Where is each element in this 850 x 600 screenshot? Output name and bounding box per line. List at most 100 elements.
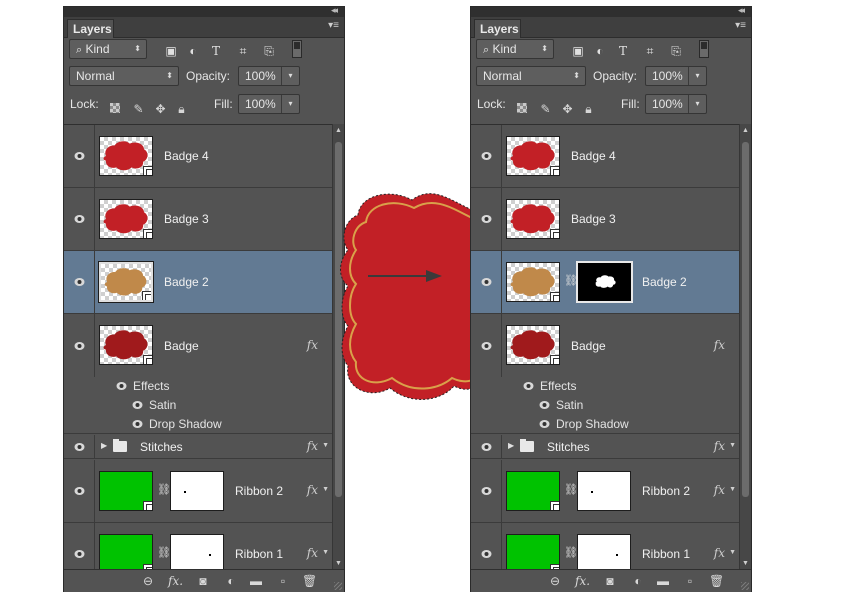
layer-thumbnail[interactable] — [506, 534, 560, 569]
mask-link-icon[interactable]: ⛓ — [564, 482, 578, 498]
scroll-up-icon[interactable]: ▲ — [335, 127, 342, 134]
scroll-down-icon[interactable]: ▼ — [742, 560, 749, 567]
effects-row[interactable]: Effects — [116, 377, 169, 396]
new-layer-icon[interactable]: ▫ — [683, 574, 697, 588]
effect-satin[interactable]: Satin — [132, 396, 176, 415]
resize-grip-icon[interactable] — [741, 582, 749, 590]
chevron-down-icon[interactable]: ▾ — [688, 95, 706, 113]
mask-link-icon[interactable]: ⛓ — [564, 273, 578, 289]
add-mask-icon[interactable]: ◙ — [603, 574, 617, 588]
opacity-field[interactable]: 100% ▾ — [645, 66, 707, 86]
layer-row[interactable]: Badge fx — [471, 314, 739, 377]
group-row[interactable]: ▶ Stitches fx ▼ — [471, 435, 739, 459]
chevron-down-icon[interactable]: ▾ — [281, 95, 299, 113]
layer-row[interactable]: Badge fx — [64, 314, 332, 377]
image-filter-icon[interactable]: ▣ — [164, 44, 178, 58]
layer-style-fx-icon[interactable]: fx — [714, 546, 725, 560]
layers-tab[interactable]: Layers — [474, 19, 521, 38]
mask-link-icon[interactable]: ⛓ — [157, 482, 171, 498]
new-group-icon[interactable]: ▬ — [249, 574, 263, 588]
collapse-icon[interactable]: ◂◂ — [331, 5, 338, 16]
layer-row-selected[interactable]: Badge 2 — [64, 251, 332, 314]
visibility-toggle[interactable] — [471, 125, 502, 187]
chevron-down-icon[interactable]: ▾ — [688, 67, 706, 85]
layer-thumbnail[interactable] — [506, 325, 560, 365]
fill-field[interactable]: 100% ▾ — [238, 94, 300, 114]
layer-thumbnail[interactable] — [99, 471, 153, 511]
layer-row-selected[interactable]: ⛓ Badge 2 — [471, 251, 739, 314]
layer-style-fx-icon[interactable]: fx — [307, 338, 318, 352]
layer-row[interactable]: Badge 3 — [471, 188, 739, 251]
visibility-toggle[interactable] — [471, 188, 502, 250]
lock-brush-icon[interactable]: ✎ — [132, 103, 145, 116]
filter-toggle-switch[interactable] — [292, 40, 302, 58]
group-row[interactable]: ▶ Stitches fx ▼ — [64, 435, 332, 459]
delete-layer-icon[interactable]: 🗑︎ — [302, 574, 317, 588]
kind-filter-select[interactable]: ⌕ Kind ⬍ — [69, 39, 147, 59]
adjustment-layer-icon[interactable]: ◐ — [631, 574, 645, 588]
chevron-down-icon[interactable]: ▾ — [281, 67, 299, 85]
adjustment-layer-icon[interactable]: ◐ — [224, 574, 238, 588]
layer-mask-thumbnail[interactable] — [577, 534, 631, 569]
new-group-icon[interactable]: ▬ — [656, 574, 670, 588]
layer-style-fx-icon[interactable]: fx — [714, 439, 725, 453]
add-mask-icon[interactable]: ◙ — [196, 574, 210, 588]
expand-triangle-icon[interactable]: ▶ — [508, 441, 514, 450]
visibility-toggle[interactable] — [471, 523, 502, 569]
lock-all-icon[interactable]: 🔒︎ — [175, 103, 188, 116]
visibility-toggle[interactable] — [64, 188, 95, 250]
expand-triangle-icon[interactable]: ▶ — [101, 441, 107, 450]
layer-thumbnail[interactable] — [506, 262, 560, 302]
visibility-toggle[interactable] — [471, 435, 502, 458]
layer-row[interactable]: ⛓ Ribbon 2 fx ▼ — [64, 460, 332, 523]
scroll-up-icon[interactable]: ▲ — [742, 127, 749, 134]
fill-field[interactable]: 100% ▾ — [645, 94, 707, 114]
opacity-field[interactable]: 100% ▾ — [238, 66, 300, 86]
lock-move-icon[interactable]: ✥ — [154, 103, 167, 116]
panel-menu-icon[interactable]: ▾≡ — [328, 20, 339, 31]
lock-transparency-icon[interactable] — [110, 103, 120, 113]
effects-row[interactable]: Effects — [523, 377, 576, 396]
layer-mask-thumbnail[interactable] — [170, 471, 224, 511]
chevron-down-icon[interactable]: ▼ — [729, 486, 736, 493]
layer-thumbnail[interactable] — [506, 471, 560, 511]
adjustment-filter-icon[interactable]: ◐ — [186, 44, 200, 58]
layer-thumbnail[interactable] — [506, 199, 560, 239]
chevron-down-icon[interactable]: ▼ — [322, 442, 329, 449]
visibility-toggle[interactable] — [64, 460, 95, 522]
effect-drop-shadow[interactable]: Drop Shadow — [132, 415, 222, 434]
adjustment-filter-icon[interactable]: ◐ — [593, 44, 607, 58]
visibility-toggle[interactable] — [64, 435, 95, 458]
layer-thumbnail[interactable] — [99, 199, 153, 239]
collapse-icon[interactable]: ◂◂ — [738, 5, 745, 16]
chevron-down-icon[interactable]: ▼ — [322, 549, 329, 556]
chevron-down-icon[interactable]: ▼ — [322, 486, 329, 493]
kind-filter-select[interactable]: ⌕ Kind ⬍ — [476, 39, 554, 59]
new-layer-icon[interactable]: ▫ — [276, 574, 290, 588]
lock-brush-icon[interactable]: ✎ — [539, 103, 552, 116]
layer-style-fx-icon[interactable]: fx — [714, 483, 725, 497]
shape-filter-icon[interactable]: ⌗ — [236, 44, 250, 58]
layer-row[interactable]: ⛓ Ribbon 1 fx ▼ — [64, 523, 332, 569]
link-layers-icon[interactable]: ⊖ — [548, 574, 562, 588]
layers-tab[interactable]: Layers — [67, 19, 114, 38]
visibility-toggle[interactable] — [64, 523, 95, 569]
layer-row[interactable]: ⛓ Ribbon 1 fx ▼ — [471, 523, 739, 569]
layer-row[interactable]: Badge 4 — [471, 125, 739, 188]
layers-scrollbar[interactable]: ▲ ▼ — [739, 124, 751, 569]
layer-row[interactable]: ⛓ Ribbon 2 fx ▼ — [471, 460, 739, 523]
visibility-toggle[interactable] — [471, 460, 502, 522]
scroll-thumb[interactable] — [742, 142, 749, 497]
layer-style-fx-icon[interactable]: fx — [307, 483, 318, 497]
lock-transparency-icon[interactable] — [517, 103, 527, 113]
type-filter-icon[interactable]: T — [209, 44, 223, 58]
layer-thumbnail[interactable] — [99, 136, 153, 176]
visibility-toggle[interactable] — [64, 125, 95, 187]
layer-row[interactable]: Badge 3 — [64, 188, 332, 251]
resize-grip-icon[interactable] — [334, 582, 342, 590]
layer-thumbnail[interactable] — [98, 261, 154, 303]
layer-mask-thumbnail[interactable] — [576, 261, 633, 303]
smart-object-filter-icon[interactable]: ⎘ — [669, 44, 683, 58]
type-filter-icon[interactable]: T — [616, 44, 630, 58]
add-style-icon[interactable]: fx. — [168, 574, 183, 588]
